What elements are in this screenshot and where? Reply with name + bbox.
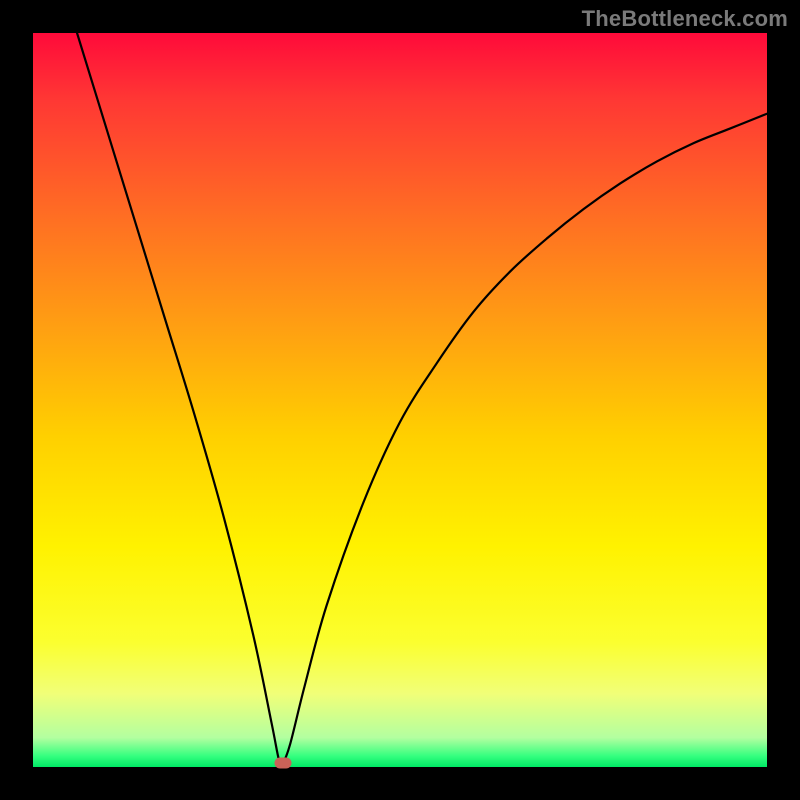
- curve-layer: [33, 33, 767, 767]
- bottleneck-curve: [77, 33, 767, 765]
- optimal-point-marker: [274, 758, 291, 769]
- watermark-label: TheBottleneck.com: [582, 6, 788, 32]
- plot-area: [33, 33, 767, 767]
- chart-frame: TheBottleneck.com: [0, 0, 800, 800]
